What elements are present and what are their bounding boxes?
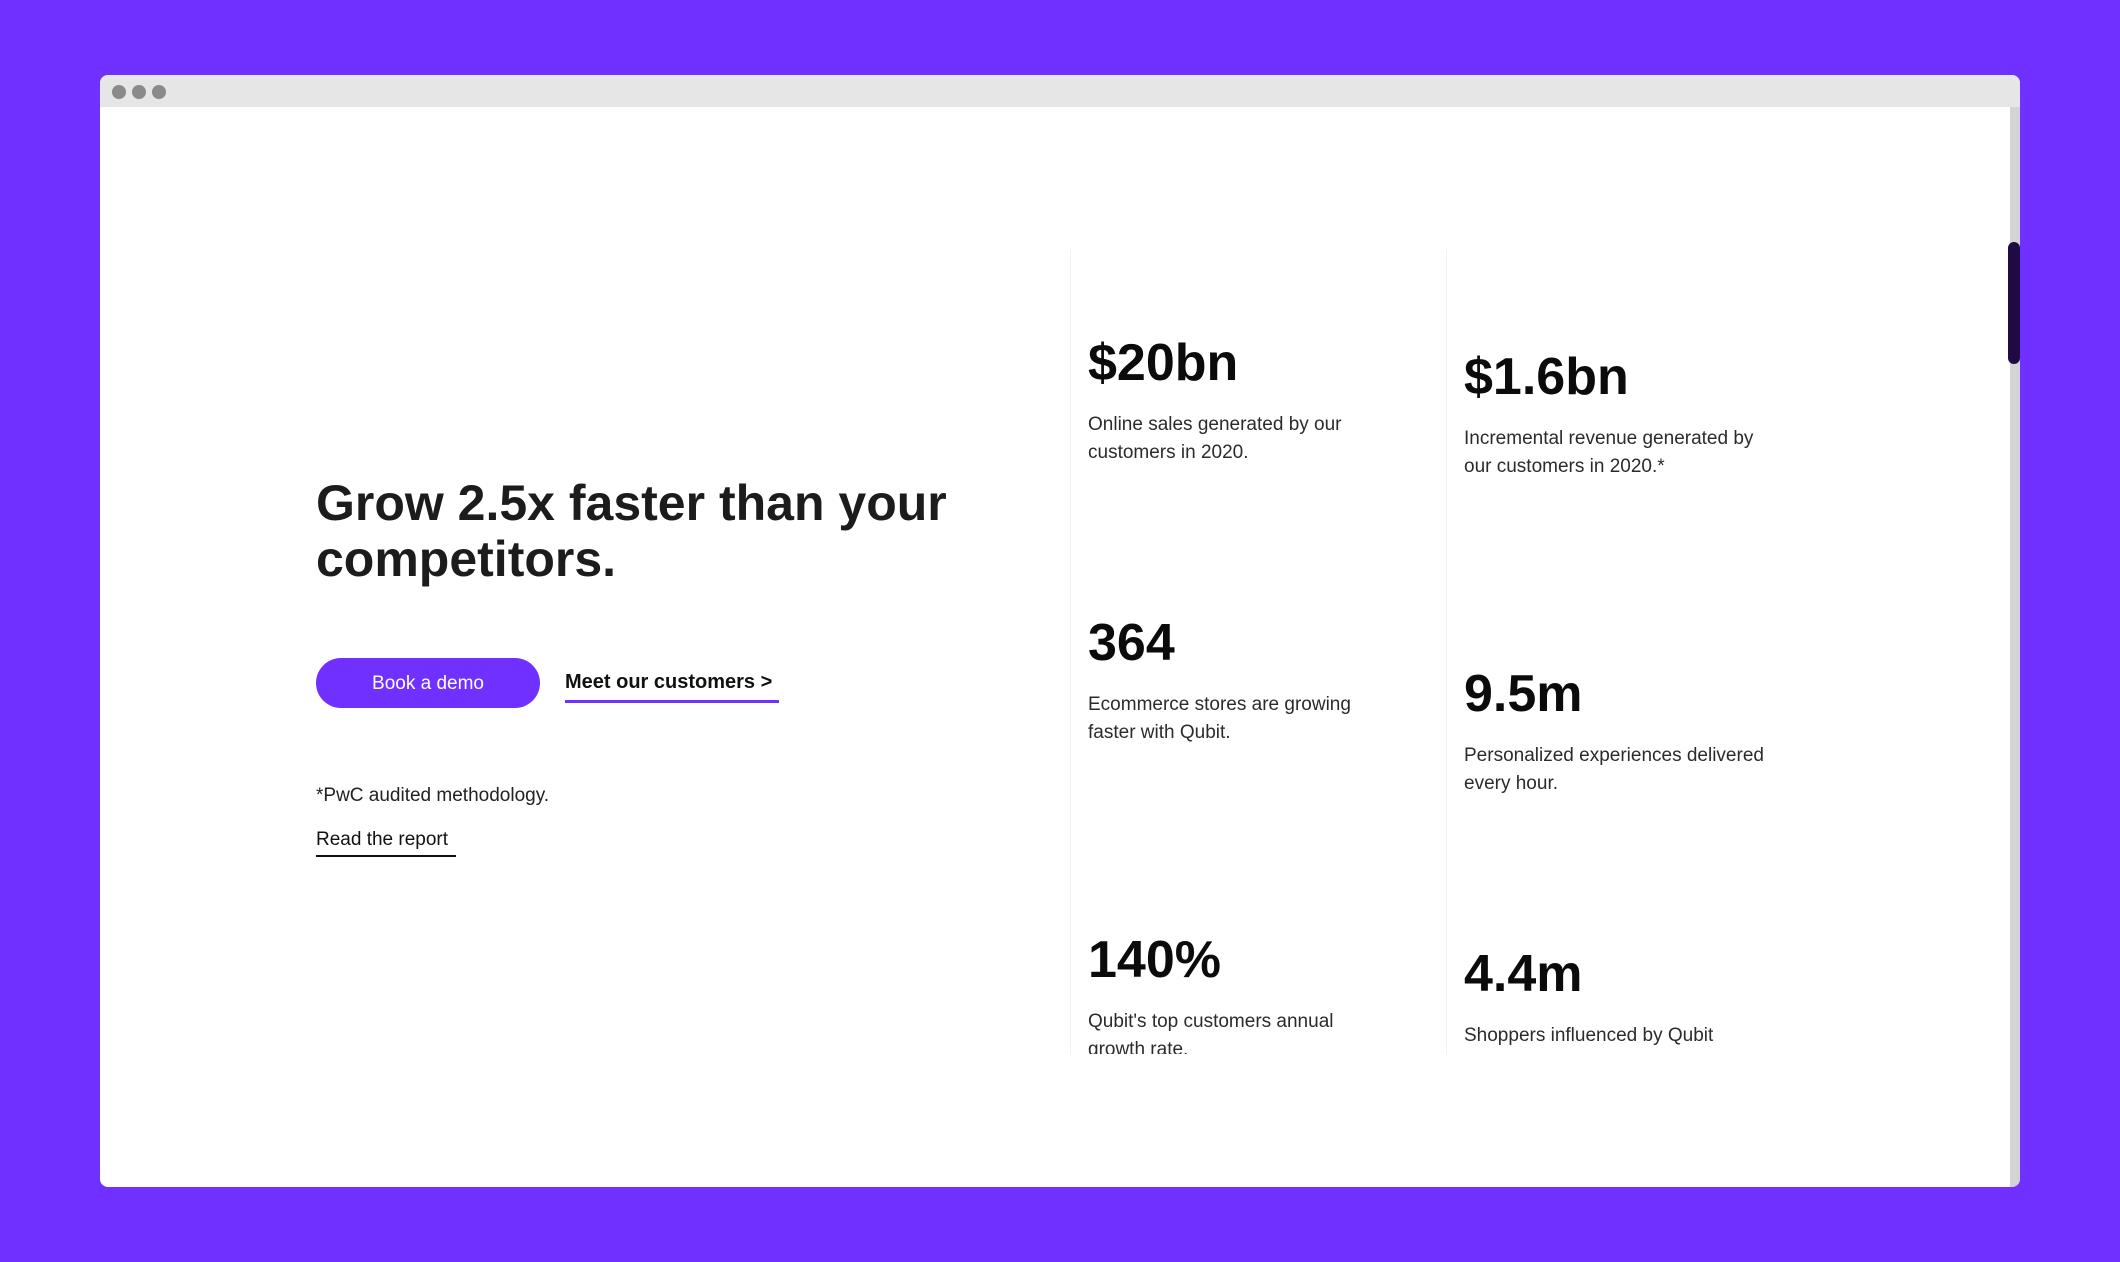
browser-window: Grow 2.5x faster than your competitors. …	[100, 75, 2020, 1187]
stat-value: 9.5m	[1464, 665, 1583, 723]
scrollbar-thumb[interactable]	[2008, 242, 2020, 364]
stat-description: Ecommerce stores are growing faster with…	[1088, 694, 1351, 743]
stat-description: Incremental revenue generated by our cus…	[1464, 428, 1754, 477]
stat-value: 140%	[1088, 931, 1221, 989]
window-control-dot-icon[interactable]	[112, 85, 126, 99]
stat-value: $1.6bn	[1464, 348, 1629, 406]
column-divider	[1070, 250, 1071, 1054]
stat-value: 364	[1088, 614, 1175, 672]
column-divider	[1446, 250, 1447, 1054]
stat-description: Shoppers influenced by Qubit	[1464, 1025, 1714, 1046]
window-control-dot-icon[interactable]	[132, 85, 146, 99]
stat-incremental-revenue: $1.6bn Incremental revenue generated by …	[1464, 349, 1764, 481]
window-titlebar	[100, 75, 2020, 107]
book-demo-button[interactable]: Book a demo	[316, 658, 540, 708]
methodology-footnote: *PwC audited methodology.	[316, 785, 550, 806]
stat-shoppers-influenced: 4.4m Shoppers influenced by Qubit	[1464, 946, 1764, 1050]
stat-description: Qubit's top customers annual growth rate…	[1088, 1011, 1334, 1054]
stat-description: Online sales generated by our customers …	[1088, 414, 1342, 463]
stat-personalized-experiences: 9.5m Personalized experiences delivered …	[1464, 666, 1764, 798]
window-control-dot-icon[interactable]	[152, 85, 166, 99]
stat-value: $20bn	[1088, 334, 1239, 392]
stats-grid: $20bn Online sales generated by our cust…	[1068, 250, 1788, 1054]
stat-ecommerce-stores: 364 Ecommerce stores are growing faster …	[1088, 615, 1388, 747]
read-report-link[interactable]: Read the report	[316, 829, 456, 857]
stat-growth-rate: 140% Qubit's top customers annual growth…	[1088, 932, 1388, 1054]
meet-customers-link[interactable]: Meet our customers >	[565, 671, 779, 703]
stat-description: Personalized experiences delivered every…	[1464, 745, 1764, 794]
stat-value: 4.4m	[1464, 945, 1583, 1003]
stat-online-sales: $20bn Online sales generated by our cust…	[1088, 335, 1388, 467]
hero-headline: Grow 2.5x faster than your competitors.	[316, 475, 947, 587]
